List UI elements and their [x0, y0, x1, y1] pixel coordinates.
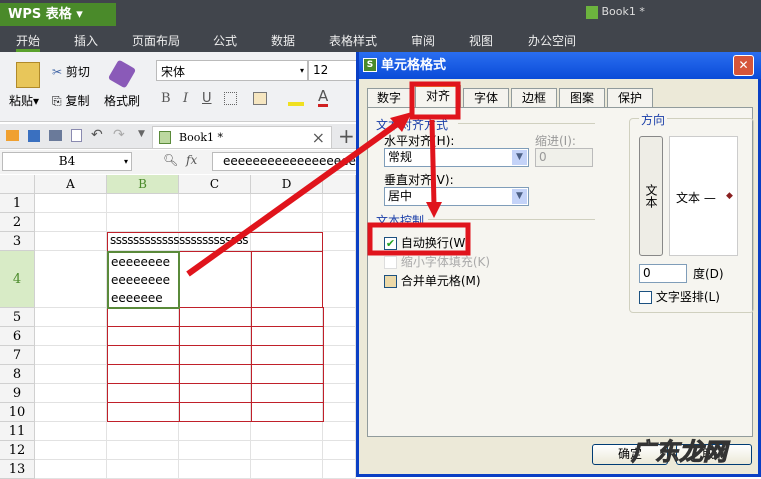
annotation-overlay: [186, 81, 471, 277]
annotation-arrowhead-icon: [426, 202, 442, 218]
annotation-box-alignment-tab: [409, 81, 461, 120]
annotation-box-wrap-text: [367, 222, 471, 256]
annotation-arrow-line: [429, 119, 437, 206]
